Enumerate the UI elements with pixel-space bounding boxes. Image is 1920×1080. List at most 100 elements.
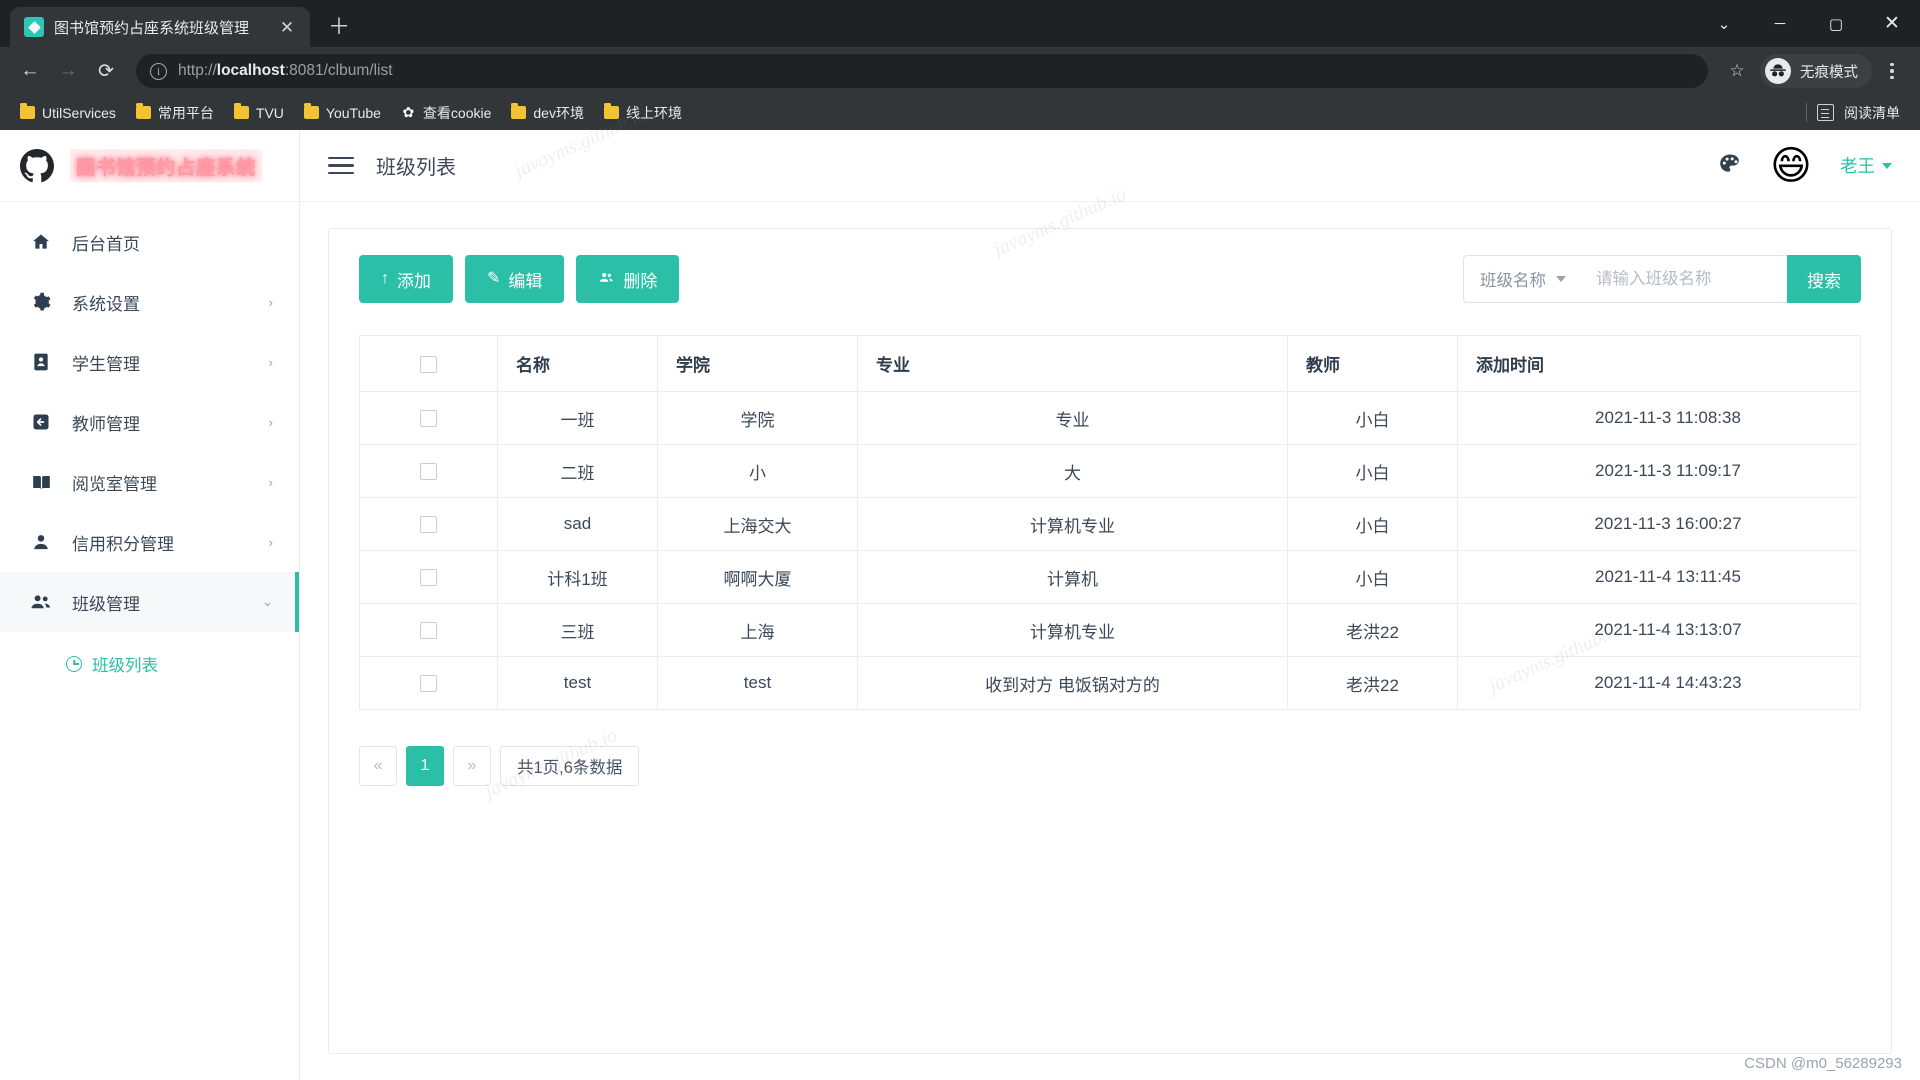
chevron-down-icon[interactable]: ⌄ [1696,0,1752,47]
bookmark-label: 线上环境 [626,103,682,123]
site-info-icon[interactable]: i [150,63,167,80]
brand-title: 图书馆预约占座系统 [70,149,262,182]
chevron-down-icon [1882,163,1892,169]
search-field-label: 班级名称 [1480,267,1546,291]
cell-teacher: 小白 [1288,551,1458,604]
browser-tab[interactable]: 图书馆预约占座系统班级管理 ✕ [10,7,310,47]
url-scheme: http:// [178,62,217,79]
cell-teacher: 小白 [1288,498,1458,551]
bookmark-item[interactable]: ✿ 查看cookie [393,99,499,127]
sidebar-item-student-management[interactable]: 学生管理 › [0,332,299,392]
cell-name: test [498,657,658,710]
edit-button[interactable]: ✎ 编辑 [465,255,564,303]
maximize-button[interactable]: ▢ [1808,0,1864,47]
sidebar-item-reading-room-management[interactable]: 阅览室管理 › [0,452,299,512]
app-topbar: 班级列表 😄 老王 [300,130,1920,202]
bookmark-label: 查看cookie [423,103,491,123]
column-major: 专业 [858,336,1288,392]
bookmark-item[interactable]: TVU [226,101,292,125]
select-all-checkbox[interactable] [420,356,437,373]
csdn-credit: CSDN @m0_56289293 [1744,1055,1902,1072]
sidebar-item-system-settings[interactable]: 系统设置 › [0,272,299,332]
table-row[interactable]: 三班 上海 计算机专业 老洪22 2021-11-4 13:13:07 [360,604,1861,657]
user-menu[interactable]: 老王 [1840,153,1892,178]
table-row[interactable]: 二班 小 大 小白 2021-11-3 11:09:17 [360,445,1861,498]
cell-teacher: 小白 [1288,445,1458,498]
bookmark-item[interactable]: YouTube [296,101,389,125]
table-row[interactable]: 一班 学院 专业 小白 2021-11-3 11:08:38 [360,392,1861,445]
sidebar-subitem-class-list[interactable]: 班级列表 [0,640,299,688]
minimize-button[interactable]: － [1752,0,1808,47]
bookmarks-bar-right: 阅读清单 [1806,99,1908,127]
search-input[interactable] [1582,255,1787,303]
row-checkbox[interactable] [420,516,437,533]
table-row[interactable]: test test 收到对方 电饭锅对方的 老洪22 2021-11-4 14:… [360,657,1861,710]
folder-icon [20,106,35,119]
avatar[interactable]: 😄 [1768,143,1814,189]
sidebar-item-class-management[interactable]: 班级管理 ⌄ [0,572,299,632]
row-checkbox[interactable] [420,410,437,427]
bookmark-item[interactable]: dev环境 [503,99,592,127]
search-field-select[interactable]: 班级名称 [1463,255,1582,303]
action-buttons: ↑ 添加 ✎ 编辑 删除 [359,255,679,303]
window-controls: ⌄ － ▢ ✕ [1696,0,1920,47]
main-area: ↑ 添加 ✎ 编辑 删除 [300,202,1920,1080]
folder-icon [136,106,151,119]
delete-button-label: 删除 [623,267,657,292]
sidebar-item-dashboard[interactable]: 后台首页 [0,212,299,272]
row-checkbox[interactable] [420,463,437,480]
bookmark-star-icon[interactable]: ☆ [1720,54,1754,88]
bookmark-label: UtilServices [42,105,116,121]
add-button[interactable]: ↑ 添加 [359,255,453,303]
user-icon [30,532,52,552]
bookmark-label: YouTube [326,105,381,121]
folder-icon [304,106,319,119]
browser-toolbar: ← → ⟳ i http://localhost:8081/clbum/list… [0,47,1920,95]
bookmark-item[interactable]: UtilServices [12,101,124,125]
table-row[interactable]: sad 上海交大 计算机专业 小白 2021-11-3 16:00:27 [360,498,1861,551]
sidebar-menu: 后台首页 系统设置 › 学生管理 › [0,202,299,1080]
tab-title: 图书馆预约占座系统班级管理 [54,17,264,38]
browser-menu-icon[interactable] [1876,54,1908,88]
cell-created: 2021-11-4 13:11:45 [1458,551,1861,604]
row-checkbox[interactable] [420,675,437,692]
column-college: 学院 [658,336,858,392]
window-close-button[interactable]: ✕ [1864,0,1920,47]
hamburger-icon[interactable] [328,157,354,174]
cell-teacher: 小白 [1288,392,1458,445]
cell-college: test [658,657,858,710]
forward-icon[interactable]: → [50,53,86,89]
add-button-label: 添加 [397,267,431,292]
login-arrow-icon [30,412,52,432]
back-icon[interactable]: ← [12,53,48,89]
bookmark-item[interactable]: 常用平台 [128,99,222,127]
content-area: 班级列表 😄 老王 ↑ 添加 [300,130,1920,1080]
cell-college: 学院 [658,392,858,445]
bookmark-item[interactable]: 线上环境 [596,99,690,127]
address-bar[interactable]: i http://localhost:8081/clbum/list [136,54,1708,88]
cell-college: 上海 [658,604,858,657]
cell-major: 大 [858,445,1288,498]
table-row[interactable]: 计科1班 啊啊大厦 计算机 小白 2021-11-4 13:11:45 [360,551,1861,604]
url-path: :8081/clbum/list [285,62,393,79]
sidebar-item-credit-management[interactable]: 信用积分管理 › [0,512,299,572]
new-tab-button[interactable]: ＋ [322,10,356,44]
close-icon[interactable]: ✕ [274,14,300,40]
column-teacher: 教师 [1288,336,1458,392]
sidebar-item-teacher-management[interactable]: 教师管理 › [0,392,299,452]
pagination-page-1[interactable]: 1 [406,746,444,786]
row-checkbox[interactable] [420,569,437,586]
search-button[interactable]: 搜索 [1787,255,1861,303]
palette-icon[interactable] [1718,152,1742,180]
delete-button[interactable]: 删除 [576,255,679,303]
reading-list-button[interactable]: 阅读清单 [1844,99,1908,127]
url-host: localhost [217,62,285,79]
pagination-next[interactable]: » [453,746,491,786]
brand-header[interactable]: 图书馆预约占座系统 [0,130,299,202]
pagination-prev[interactable]: « [359,746,397,786]
row-checkbox-cell [360,604,498,657]
table-body: 一班 学院 专业 小白 2021-11-3 11:08:38 二班 小 大 小白 [360,392,1861,710]
incognito-indicator[interactable]: 无痕模式 [1760,54,1872,88]
reload-icon[interactable]: ⟳ [88,53,124,89]
row-checkbox[interactable] [420,622,437,639]
